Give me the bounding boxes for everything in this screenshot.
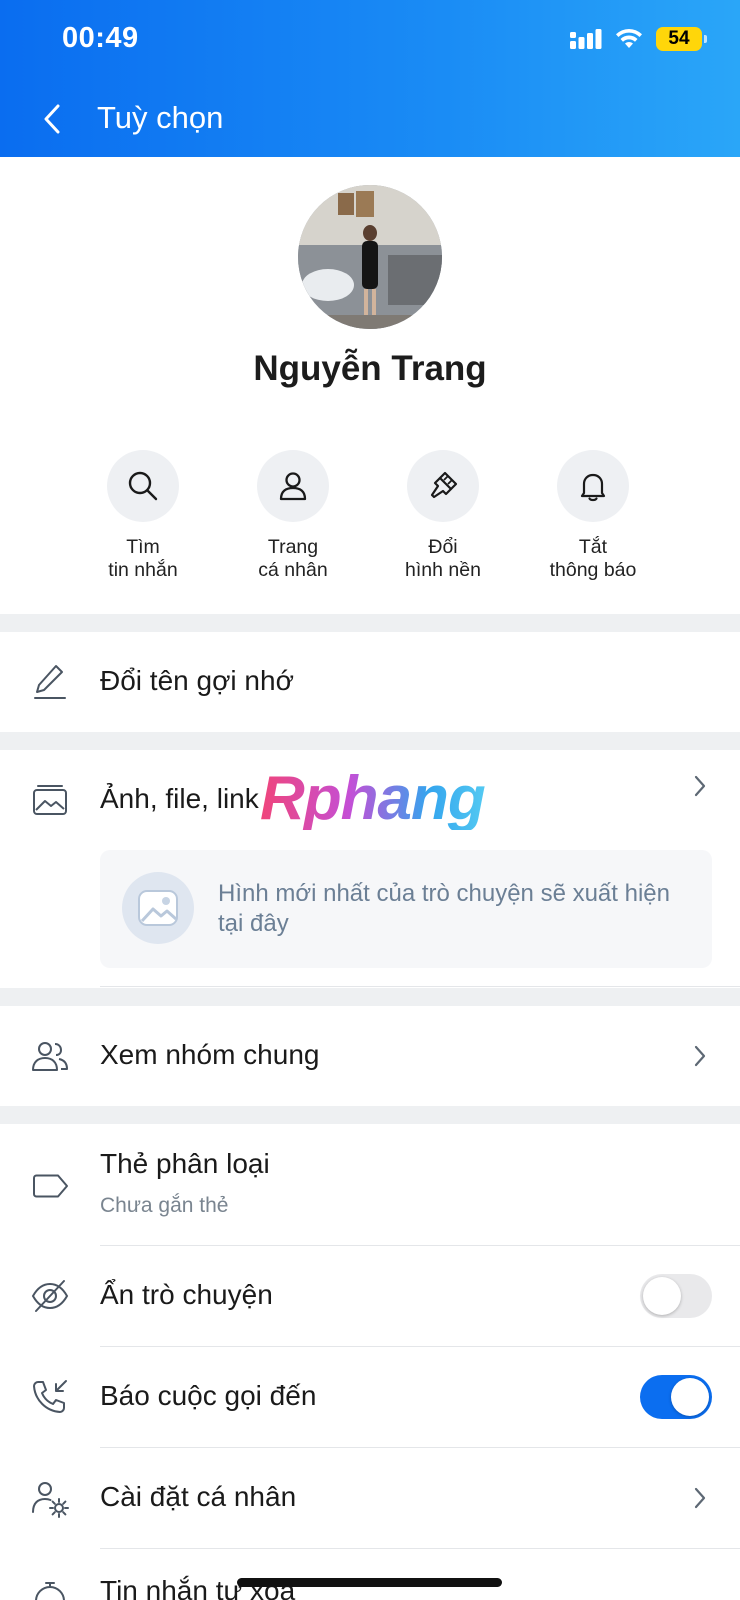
user-settings-icon	[30, 1478, 70, 1518]
row-label: Thẻ phân loại	[100, 1148, 270, 1179]
media-placeholder-text: Hình mới nhất của trò chuyện sẽ xuất hiệ…	[218, 880, 670, 937]
section-separator	[0, 1106, 740, 1124]
bell-icon	[580, 473, 606, 502]
battery-indicator: 54	[656, 27, 707, 51]
status-icons: 54	[570, 27, 707, 51]
chevron-left-icon	[44, 104, 60, 134]
view-profile-button[interactable]: Trang cá nhân	[218, 450, 368, 582]
row-label: Cài đặt cá nhân	[100, 1481, 297, 1512]
quick-actions: Tìm tin nhắn Trang cá nhân Đổi hình nền	[68, 450, 668, 582]
hide-chat-toggle[interactable]	[640, 1274, 712, 1318]
image-placeholder-icon	[122, 872, 194, 944]
rename-nickname-row[interactable]: Đổi tên gợi nhớ	[0, 632, 740, 732]
row-label: Đổi tên gợi nhớ	[100, 665, 294, 696]
group-icon	[30, 1036, 70, 1076]
back-button[interactable]	[34, 97, 70, 141]
photo-album-icon	[30, 780, 70, 820]
action-circle	[107, 450, 179, 522]
action-circle	[257, 450, 329, 522]
row-label: Ẩn trò chuyện	[100, 1279, 273, 1310]
action-circle	[407, 450, 479, 522]
avatar[interactable]	[298, 185, 442, 329]
incoming-call-icon	[30, 1377, 70, 1417]
action-label: Tìm tin nhắn	[108, 536, 178, 581]
chevron-right-icon	[690, 772, 710, 800]
media-preview-placeholder: Hình mới nhất của trò chuyện sẽ xuất hiệ…	[100, 850, 712, 968]
cellular-signal-icon	[570, 29, 602, 49]
section-separator	[0, 732, 740, 750]
wifi-icon	[616, 28, 642, 48]
toggle-knob	[643, 1277, 681, 1315]
pencil-icon	[30, 662, 70, 702]
paint-brush-icon	[430, 471, 458, 499]
action-label: Đổi hình nền	[405, 536, 481, 581]
row-sublabel: Chưa gắn thẻ	[100, 1194, 229, 1217]
chevron-right-icon	[690, 1042, 710, 1070]
chevron-right-icon	[690, 1484, 710, 1512]
change-background-button[interactable]: Đổi hình nền	[368, 450, 518, 582]
hide-chat-row: Ẩn trò chuyện	[0, 1246, 740, 1347]
search-messages-button[interactable]: Tìm tin nhắn	[68, 450, 218, 582]
toggle-knob	[671, 1378, 709, 1416]
common-groups-row[interactable]: Xem nhóm chung	[0, 1006, 740, 1106]
section-separator	[0, 988, 740, 1006]
timer-icon	[30, 1579, 70, 1600]
action-circle	[557, 450, 629, 522]
person-icon	[279, 472, 307, 501]
action-label: Trang cá nhân	[258, 536, 328, 581]
personal-settings-row[interactable]: Cài đặt cá nhân	[0, 1448, 740, 1549]
tag-row[interactable]: Thẻ phân loại Chưa gắn thẻ	[0, 1124, 740, 1246]
incoming-call-row: Báo cuộc gọi đến	[0, 1347, 740, 1448]
auto-delete-row[interactable]: Tin nhắn tự xóa	[0, 1549, 740, 1600]
section-separator	[0, 614, 740, 632]
action-label: Tắt thông báo	[549, 536, 637, 581]
page-title: Tuỳ chọn	[97, 100, 224, 135]
row-label: Xem nhóm chung	[100, 1039, 320, 1070]
watermark-logo: Rphang	[260, 764, 486, 833]
profile-name: Nguyễn Trang	[253, 349, 487, 388]
header-bar: 00:49 54 Tuỳ chọn	[0, 0, 740, 157]
mute-notifications-button[interactable]: Tắt thông báo	[518, 450, 668, 582]
home-indicator	[237, 1578, 502, 1587]
profile-section: Nguyễn Trang Tìm tin nhắn Trang cá nhân	[0, 157, 740, 614]
tag-icon	[30, 1166, 70, 1206]
row-label: Ảnh, file, link	[100, 783, 259, 814]
avatar-photo	[298, 185, 442, 329]
status-time: 00:49	[62, 22, 139, 54]
eye-off-icon	[30, 1276, 70, 1316]
search-icon	[128, 471, 158, 501]
row-label: Báo cuộc gọi đến	[100, 1380, 317, 1411]
incoming-call-toggle[interactable]	[640, 1375, 712, 1419]
divider	[100, 986, 740, 987]
